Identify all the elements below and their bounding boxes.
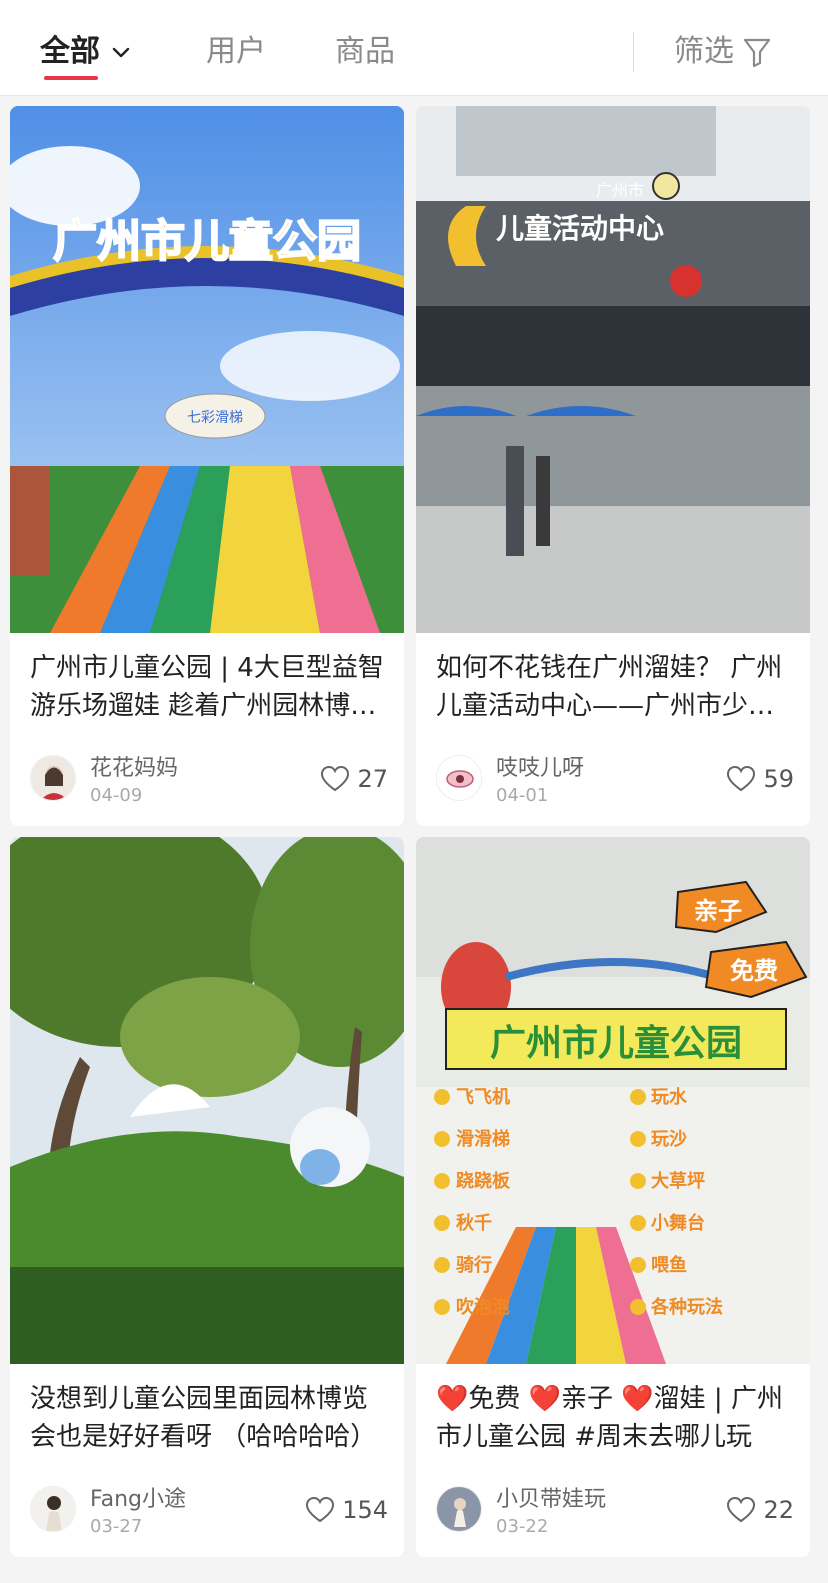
active-tab-indicator bbox=[44, 76, 98, 80]
tab-users[interactable]: 用户 bbox=[206, 30, 266, 74]
avatar[interactable] bbox=[30, 755, 76, 801]
top-tab-bar: 全部 用户 商品 筛选 bbox=[0, 0, 828, 96]
note-title[interactable]: 如何不花钱在广州溜娃？ 广州儿童活动中心——广州市少年宫 bbox=[436, 649, 792, 725]
image-item: 飞飞机 bbox=[456, 1087, 510, 1108]
tag-parent-child: 亲子 bbox=[694, 897, 742, 925]
image-item: 喂鱼 bbox=[651, 1254, 687, 1276]
tab-divider bbox=[633, 32, 634, 72]
note-cover-image[interactable]: 广州市儿童公园 七彩滑梯 bbox=[10, 106, 404, 633]
image-item: 跷跷板 bbox=[456, 1170, 511, 1192]
heart-icon bbox=[727, 1497, 756, 1523]
tab-all-label: 全部 bbox=[40, 34, 100, 69]
center-sign-big: 儿童活动中心 bbox=[496, 212, 664, 245]
author-name[interactable]: 吱吱儿呀 bbox=[496, 754, 584, 784]
heart-icon bbox=[321, 766, 350, 792]
tab-goods[interactable]: 商品 bbox=[335, 30, 395, 74]
center-sign-small: 广州市 bbox=[596, 181, 644, 200]
like-button[interactable]: 27 bbox=[321, 764, 388, 794]
like-count: 154 bbox=[342, 1496, 388, 1524]
image-item: 秋千 bbox=[456, 1212, 492, 1234]
note-cover-image[interactable]: 广州市 儿童活动中心 bbox=[416, 106, 810, 633]
note-card[interactable]: 亲子 免费 广州市儿童公园 飞飞机 滑滑梯 跷跷板 秋千 骑行 吹泡泡 玩水 玩… bbox=[416, 837, 810, 1557]
post-date: 03-22 bbox=[496, 1516, 549, 1537]
post-date: 04-01 bbox=[496, 785, 549, 806]
slide-sign-text: 七彩滑梯 bbox=[187, 409, 243, 426]
like-button[interactable]: 22 bbox=[727, 1495, 794, 1525]
avatar[interactable] bbox=[30, 1486, 76, 1532]
author-name[interactable]: 小贝带娃玩 bbox=[496, 1485, 606, 1515]
heart-icon bbox=[727, 766, 756, 792]
filter-icon bbox=[743, 38, 771, 68]
note-title[interactable]: 没想到儿童公园里面园林博览会也是好好看呀 （哈哈哈哈） bbox=[30, 1380, 386, 1456]
avatar[interactable] bbox=[436, 1486, 482, 1532]
like-count: 22 bbox=[763, 1496, 794, 1524]
image-item: 骑行 bbox=[456, 1254, 492, 1276]
like-button[interactable]: 154 bbox=[306, 1495, 388, 1525]
author-name[interactable]: Fang小途 bbox=[90, 1485, 186, 1515]
note-card[interactable]: 广州市 儿童活动中心 如何不花钱在广州溜娃？ 广州儿童活动中心——广州市少年宫 … bbox=[416, 106, 810, 826]
note-cover-image[interactable] bbox=[10, 837, 404, 1364]
post-date: 04-09 bbox=[90, 785, 143, 806]
park-sign-text: 广州市儿童公园 bbox=[53, 216, 361, 267]
image-item: 吹泡泡 bbox=[456, 1296, 510, 1318]
chevron-down-icon bbox=[112, 47, 130, 58]
filter-label: 筛选 bbox=[674, 34, 734, 69]
like-count: 27 bbox=[357, 765, 388, 793]
note-card[interactable]: 广州市儿童公园 七彩滑梯 广州市儿童公园 | 4大巨型益智游乐场遛娃 趁着广州园… bbox=[10, 106, 404, 826]
heart-icon bbox=[306, 1497, 335, 1523]
avatar[interactable] bbox=[436, 755, 482, 801]
like-count: 59 bbox=[763, 765, 794, 793]
tag-free: 免费 bbox=[730, 957, 778, 985]
image-item: 玩水 bbox=[651, 1086, 688, 1108]
note-title[interactable]: 广州市儿童公园 | 4大巨型益智游乐场遛娃 趁着广州园林博览会 bbox=[30, 649, 386, 725]
note-cover-image[interactable]: 亲子 免费 广州市儿童公园 飞飞机 滑滑梯 跷跷板 秋千 骑行 吹泡泡 玩水 玩… bbox=[416, 837, 810, 1364]
image-item: 各种玩法 bbox=[650, 1296, 723, 1318]
note-title[interactable]: ❤️免费 ❤️亲子 ❤️溜娃 | 广州市儿童公园 #周末去哪儿玩 bbox=[436, 1380, 792, 1456]
author-name[interactable]: 花花妈妈 bbox=[90, 754, 178, 784]
image-item: 滑滑梯 bbox=[456, 1128, 510, 1150]
note-card[interactable]: 没想到儿童公园里面园林博览会也是好好看呀 （哈哈哈哈） Fang小途 03-27… bbox=[10, 837, 404, 1557]
image-item: 大草坪 bbox=[651, 1170, 705, 1192]
filter-button[interactable]: 筛选 bbox=[674, 30, 772, 74]
tab-all[interactable]: 全部 bbox=[40, 30, 132, 74]
image-headline: 广州市儿童公园 bbox=[490, 1022, 742, 1064]
like-button[interactable]: 59 bbox=[727, 764, 794, 794]
image-item: 玩沙 bbox=[651, 1129, 687, 1150]
post-date: 03-27 bbox=[90, 1516, 143, 1537]
image-item: 小舞台 bbox=[651, 1212, 705, 1234]
